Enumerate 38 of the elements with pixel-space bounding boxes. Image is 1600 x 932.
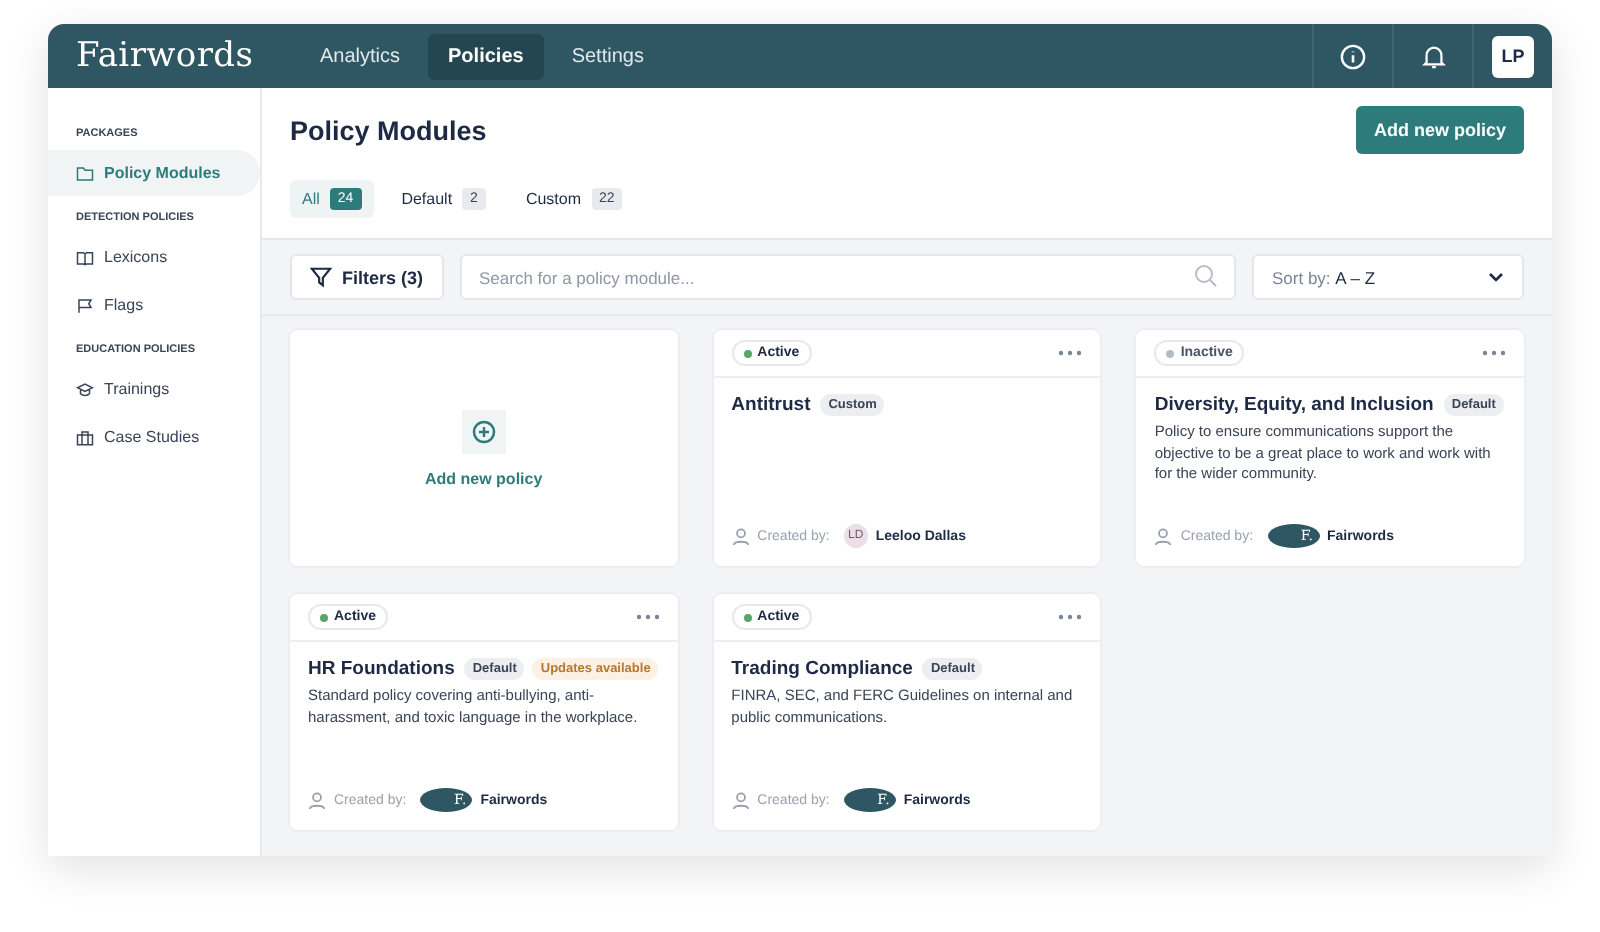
nav-tab[interactable]: Settings <box>551 33 664 79</box>
sidebar-item[interactable]: Case Studies <box>48 414 260 460</box>
user-icon <box>731 527 750 545</box>
policy-title: HR Foundations <box>308 658 455 680</box>
nav-tab[interactable]: Analytics <box>300 33 421 79</box>
add-policy-link[interactable]: Add new policy <box>424 469 543 487</box>
sidebar-item[interactable]: Lexicons <box>48 234 260 280</box>
briefcase-icon <box>76 429 94 445</box>
sort-dropdown[interactable]: Sort by: A – Z <box>1252 254 1524 300</box>
user-icon <box>731 791 750 809</box>
add-policy-card[interactable]: Add new policy <box>290 330 678 566</box>
more-icon[interactable] <box>1058 350 1083 356</box>
graduation-cap-icon <box>76 381 94 397</box>
funnel-icon <box>310 266 332 288</box>
add-icon <box>461 409 506 453</box>
sidebar-item[interactable]: Trainings <box>48 366 260 412</box>
sidebar-item[interactable]: Flags <box>48 282 260 328</box>
flag-icon <box>76 297 94 313</box>
folder-icon <box>76 165 94 181</box>
more-icon[interactable] <box>1058 614 1083 620</box>
book-icon <box>76 249 94 265</box>
policy-title: Diversity, Equity, and Inclusion <box>1154 394 1434 416</box>
nav-tab[interactable]: Policies <box>428 33 544 79</box>
user-icon <box>1154 527 1173 545</box>
add-policy-button[interactable]: Add new policy <box>1355 106 1524 154</box>
policy-title: Trading Compliance <box>731 658 913 680</box>
policy-title: Antitrust <box>731 394 811 416</box>
search-field[interactable]: Search for a policy module... <box>459 254 1236 300</box>
user-icon <box>308 791 326 809</box>
page-title: Policy Modules <box>290 115 487 145</box>
more-icon[interactable] <box>635 614 660 620</box>
app-logo: Fairwords <box>74 34 256 80</box>
chevron-down-icon <box>1488 272 1504 282</box>
more-icon[interactable] <box>1482 350 1506 356</box>
user-avatar[interactable]: LP <box>1492 35 1534 77</box>
search-icon <box>1194 264 1218 288</box>
sidebar-item[interactable]: Policy Modules <box>48 150 260 196</box>
filters-button[interactable]: Filters (3) <box>290 254 444 300</box>
